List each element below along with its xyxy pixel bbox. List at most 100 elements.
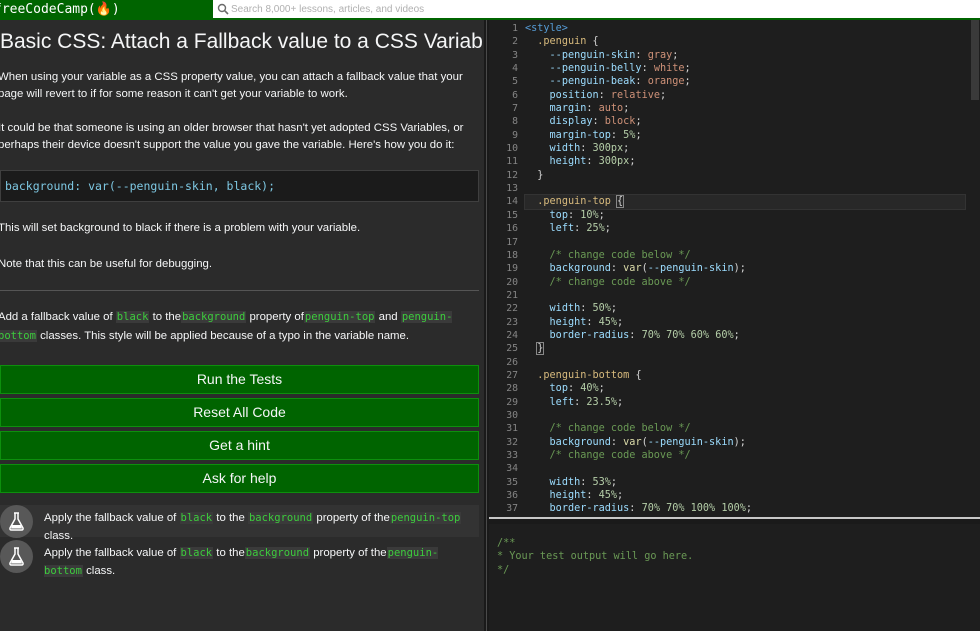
code-line[interactable]: margin: auto; [525,102,965,115]
test-text-part: to the [216,512,245,524]
task-text: to the [152,311,182,323]
code-line[interactable]: background: var(--penguin-skin); [525,262,965,275]
code-line[interactable]: left: 25%; [525,222,965,235]
line-number: 20 [506,276,518,288]
ask-help-button[interactable]: Ask for help [0,464,479,493]
test-text-part: property of the [316,512,390,524]
code-line[interactable] [525,409,965,422]
line-number: 17 [506,236,518,248]
code-line[interactable]: border-radius: 70% 70% 100% 100%; [525,502,965,515]
flask-icon [9,547,24,566]
line-number: 4 [512,63,518,75]
test-status-circle [0,540,33,573]
line-number: 30 [506,409,518,421]
search-input[interactable] [231,0,971,18]
code-line[interactable]: left: 23.5%; [525,396,965,409]
code-line[interactable]: position: relative; [525,89,965,102]
code-line[interactable]: /* change code above */ [525,276,965,289]
code-line[interactable]: display: block; [525,115,965,128]
top-navbar: freeCodeCamp(🔥) [0,0,980,20]
search-bar[interactable] [213,0,980,18]
flask-icon [9,512,24,531]
code-line[interactable]: width: 50%; [525,302,965,315]
code-line[interactable]: .penguin { [525,35,965,48]
test-text-part: Apply the fallback value of [44,547,177,559]
line-number: 16 [506,223,518,235]
code-line[interactable]: top: 10%; [525,209,965,222]
code-line[interactable]: width: 300px; [525,142,965,155]
line-number: 22 [506,303,518,315]
task-text: classes. This style will be applied beca… [40,330,410,342]
output-line: /** [497,538,516,549]
code-line[interactable]: } [525,342,965,356]
line-number: 33 [506,450,518,461]
code-line[interactable]: --penguin-beak: orange; [525,75,965,88]
code-line[interactable]: /* change code below */ [525,422,965,435]
code-line[interactable]: margin-top: 5%; [525,129,965,142]
line-number: 8 [512,116,518,128]
code-line[interactable]: border-radius: 70% 70% 60% 60%; [525,329,965,342]
code-line[interactable]: <style> [525,22,965,35]
line-number: 37 [506,503,518,515]
inline-code: background [244,547,311,559]
task-text: property of [249,311,304,323]
inline-code: background [247,512,314,524]
code-line[interactable] [525,182,965,195]
code-line[interactable]: .penguin-bottom { [525,369,965,382]
line-number: 6 [512,89,518,101]
line-number: 3 [512,49,518,61]
code-line[interactable]: width: 53%; [525,476,965,489]
code-line[interactable] [525,236,965,249]
task-instructions: Add a fallback value of black to theback… [0,308,482,346]
line-number: 23 [506,316,518,328]
code-line[interactable] [525,462,965,475]
code-example: background: var(--penguin-skin, black); [5,179,276,193]
inline-code: penguin-top [389,512,462,524]
line-number: 32 [506,436,518,448]
run-tests-button[interactable]: Run the Tests [0,365,479,394]
code-editor[interactable]: 1 2 3 4 5 6 7 8 9 10 11 12 13 14 15 16 17 18 19 20 21 22 23 24 2… [489,20,980,517]
freecodecamp-logo[interactable]: freeCodeCamp(🔥) [0,0,120,20]
line-number-gutter: 1 2 3 4 5 6 7 8 9 10 11 12 13 14 15 16 17 18 19 20 21 22 23 24 2… [489,22,518,517]
test-text-part: to the [216,547,245,559]
editor-scrollbar[interactable] [971,20,979,100]
code-line[interactable]: background: var(--penguin-skin); [525,436,965,449]
code-lines[interactable]: <style> .penguin { --penguin-skin: gray;… [524,22,966,517]
line-number: 1 [512,23,518,34]
line-number: 10 [506,143,518,155]
line-number: 21 [506,289,518,301]
divider [0,290,479,291]
line-number: 25 [506,343,518,355]
code-line[interactable]: /* change code above */ [525,449,965,462]
code-line[interactable]: /* change code below */ [525,249,965,262]
code-line[interactable]: --penguin-skin: gray; [525,49,965,62]
line-number: 35 [506,476,518,488]
test-item: Apply the fallback value of black to the… [0,540,479,577]
search-icon [217,3,229,15]
code-line[interactable] [525,289,965,302]
line-number: 31 [506,423,518,435]
code-line[interactable]: height: 300px; [525,155,965,168]
challenge-title: Basic CSS: Attach a Fallback value to a … [0,30,484,53]
line-number: 27 [506,369,518,381]
description-paragraph-2: It could be that someone is using an old… [0,122,464,151]
task-text: and [378,311,398,323]
description-paragraph-3: This will set background to black if the… [0,222,361,234]
code-line[interactable] [525,356,965,369]
inline-code: black [179,512,214,524]
code-line[interactable]: height: 45%; [525,316,965,329]
code-line[interactable]: top: 40%; [525,382,965,395]
code-line[interactable]: --penguin-belly: white; [525,62,965,75]
reset-code-button[interactable]: Reset All Code [0,398,479,427]
code-line[interactable]: } [525,169,965,182]
output-line: * Your test output will go here. [497,551,694,563]
code-line[interactable]: height: 45%; [525,489,965,502]
code-line[interactable]: .penguin-top { [524,194,966,210]
line-number: 7 [512,103,518,115]
output-resize-handle[interactable] [489,517,980,524]
inline-code: background [181,311,247,323]
line-number: 26 [506,356,518,368]
line-number: 11 [506,156,518,168]
test-item: Apply the fallback value of black to the… [0,505,479,542]
get-hint-button[interactable]: Get a hint [0,431,479,460]
